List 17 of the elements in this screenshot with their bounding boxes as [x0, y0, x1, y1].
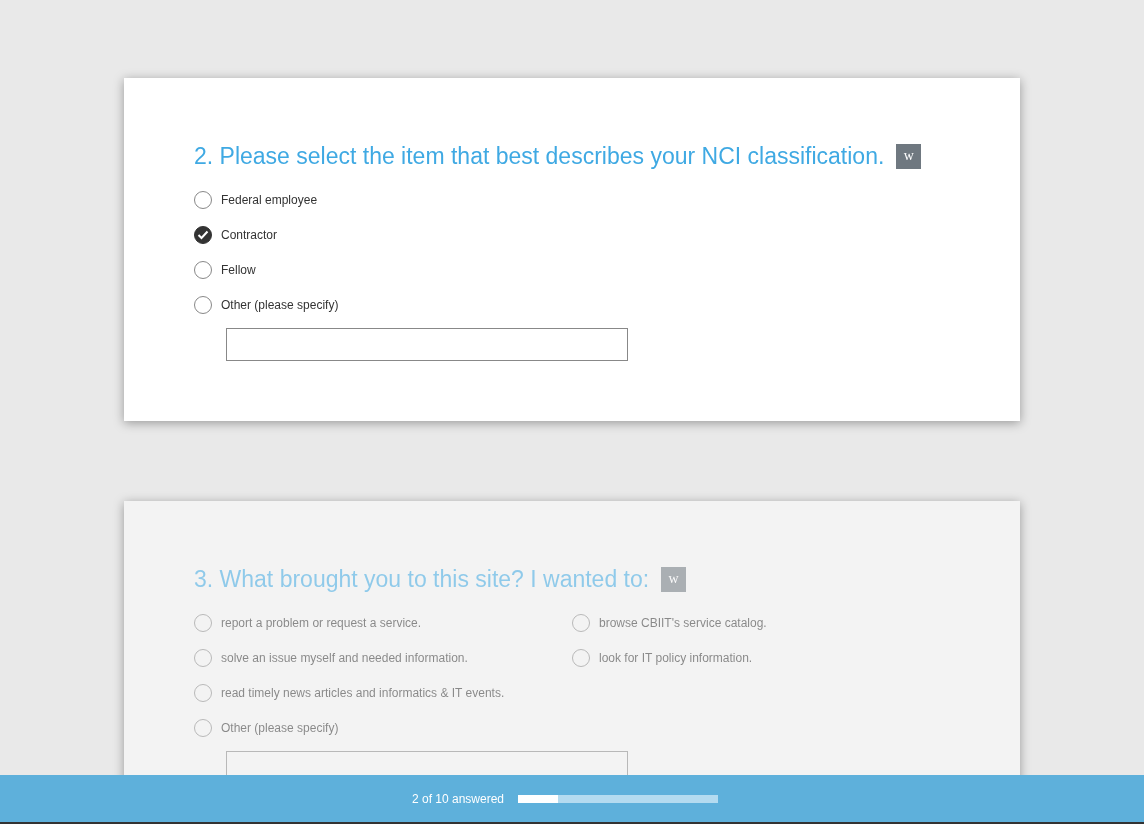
text-field[interactable] [226, 328, 628, 361]
option-label[interactable]: Fellow [221, 262, 256, 277]
option-label[interactable]: Other (please specify) [221, 297, 339, 312]
option-label[interactable]: solve an issue myself and needed information. [221, 650, 468, 665]
progress-label: 2 of 10 answered [411, 791, 505, 806]
question-title: 2. Please select the item that best describes your NCI classification. [194, 142, 885, 170]
option-label[interactable]: look for IT policy information. [599, 650, 753, 665]
option-label[interactable]: Contractor [221, 227, 278, 242]
option-label[interactable]: browse CBIIT's service catalog. [599, 615, 767, 630]
option-label[interactable]: report a problem or request a service. [221, 615, 422, 630]
option-label[interactable]: read timely news articles and informatics & IT events. [221, 685, 505, 700]
question-title: 3. What brought you to this site? I wanted to: [194, 565, 650, 593]
radio-button[interactable] [194, 225, 212, 244]
option-label[interactable]: Federal employee [221, 192, 318, 207]
badge[interactable]: w [896, 143, 922, 169]
badge[interactable]: w [661, 566, 687, 592]
option-label[interactable]: Other (please specify) [221, 720, 339, 735]
